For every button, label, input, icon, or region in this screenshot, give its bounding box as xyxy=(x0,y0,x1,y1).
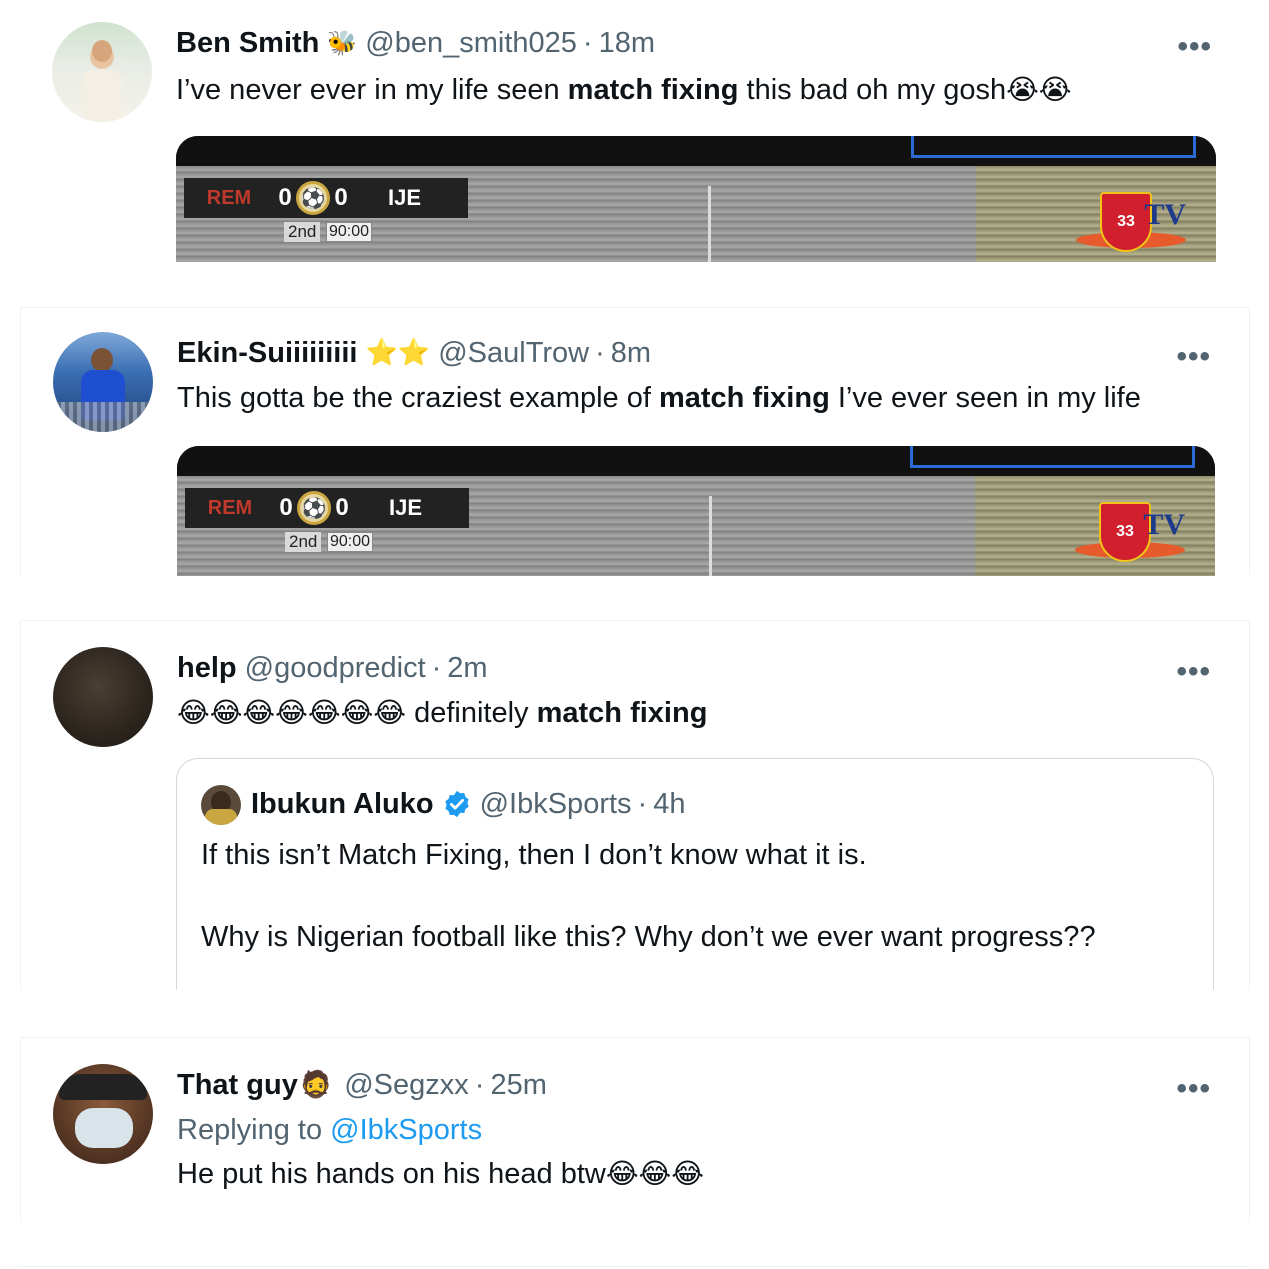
display-name[interactable]: help xyxy=(177,651,237,685)
tweet-header: That guy 🧔 @Segzxx · 25m xyxy=(177,1068,547,1102)
timestamp[interactable]: 25m xyxy=(490,1068,546,1102)
avatar[interactable] xyxy=(52,22,152,122)
separator-dot: · xyxy=(637,788,648,820)
quoted-tweet[interactable]: Ibukun Aluko @IbkSports · 4h If this isn… xyxy=(176,758,1214,990)
replying-to: Replying to @IbkSports xyxy=(177,1112,482,1148)
avatar[interactable] xyxy=(53,332,153,432)
separator-dot: · xyxy=(431,652,442,684)
score-home: 0 xyxy=(278,184,292,211)
separator-dot: · xyxy=(474,1069,485,1101)
bee-icon: 🐝 xyxy=(327,29,358,57)
avatar[interactable] xyxy=(53,647,153,747)
goal-post xyxy=(709,496,712,576)
tweet-text: This gotta be the craziest example of ma… xyxy=(177,380,1141,416)
team-home: REM xyxy=(207,496,253,519)
laughing-emoji-icon: 😂😂😂 xyxy=(605,1157,704,1190)
score-home: 0 xyxy=(279,494,293,521)
channel-logo: 33 TV xyxy=(1076,192,1186,258)
quoted-handle[interactable]: @IbkSports xyxy=(480,787,632,821)
replying-to-link[interactable]: @IbkSports xyxy=(330,1114,482,1146)
tweet[interactable]: Ekin-Suiiiiiiiii ⭐⭐ @SaulTrow · 8m ••• T… xyxy=(20,307,1250,576)
tweet-header: help @goodpredict · 2m xyxy=(177,651,488,685)
scoreboard: REM 0 ⚽ 0 IJE xyxy=(185,488,469,528)
football-icon: ⚽ xyxy=(297,491,331,525)
tweet-text-bold[interactable]: match fixing xyxy=(537,697,708,729)
timestamp[interactable]: 2m xyxy=(447,651,487,685)
tweet-header: Ekin-Suiiiiiiiii ⭐⭐ @SaulTrow · 8m xyxy=(177,336,651,370)
crying-emoji-icon: 😭😭 xyxy=(1006,73,1072,106)
handle[interactable]: @ben_smith025 xyxy=(365,26,577,60)
display-name[interactable]: That guy xyxy=(177,1068,298,1102)
channel-logo: 33 TV xyxy=(1075,502,1185,568)
tweet[interactable]: Ben Smith 🐝 @ben_smith025 · 18m ••• I’ve… xyxy=(20,0,1250,268)
tweet-text-part: He put his hands on his head btw xyxy=(177,1158,606,1190)
separator-dot: · xyxy=(582,27,593,59)
team-away: IJE xyxy=(388,185,422,210)
logo-tv-text: TV xyxy=(1144,198,1186,231)
team-away: IJE xyxy=(389,495,423,520)
quoted-display-name[interactable]: Ibukun Aluko xyxy=(251,787,434,821)
tweet[interactable]: That guy 🧔 @Segzxx · 25m ••• Replying to… xyxy=(20,1037,1250,1222)
logo-tv-text: TV xyxy=(1143,508,1185,541)
goal-post xyxy=(708,186,711,262)
separator-dot: · xyxy=(595,337,605,369)
score-away: 0 xyxy=(335,494,349,521)
divider xyxy=(18,1266,1248,1267)
star-icon: ⭐⭐ xyxy=(365,338,431,368)
bearded-face-icon: 🧔 xyxy=(299,1070,333,1100)
more-options-icon[interactable]: ••• xyxy=(1177,30,1212,64)
quoted-avatar[interactable] xyxy=(201,785,241,825)
quoted-text-line: Why is Nigerian football like this? Why … xyxy=(201,921,1096,953)
timestamp[interactable]: 8m xyxy=(611,336,651,370)
handle[interactable]: @Segzxx xyxy=(344,1068,469,1102)
match-half: 2nd xyxy=(285,532,322,552)
football-icon: ⚽ xyxy=(296,181,330,215)
video-overlay-frame xyxy=(911,136,1196,158)
score-away: 0 xyxy=(334,184,348,211)
laughing-emoji-icon: 😂😂😂😂😂😂😂 xyxy=(177,696,407,729)
tweet-text-part: This gotta be the craziest example of xyxy=(177,382,659,414)
tweet-header: Ben Smith 🐝 @ben_smith025 · 18m xyxy=(176,26,655,60)
tweet-text-part: this bad oh my gosh xyxy=(738,74,1007,106)
video-overlay-frame xyxy=(910,446,1195,468)
quoted-header: Ibukun Aluko @IbkSports · 4h xyxy=(251,787,685,821)
more-options-icon[interactable]: ••• xyxy=(1176,1072,1211,1106)
match-half: 2nd xyxy=(284,222,321,242)
more-options-icon[interactable]: ••• xyxy=(1176,655,1211,689)
quoted-text-line: If this isn’t Match Fixing, then I don’t… xyxy=(201,839,867,871)
tweet-media-video[interactable]: REM 0 ⚽ 0 IJE 2nd 90:00 33 TV xyxy=(177,446,1215,576)
tweet-text-part: definitely xyxy=(406,697,537,729)
tweet-text-bold[interactable]: match fixing xyxy=(659,382,830,414)
match-clock: 90:00 xyxy=(327,532,374,552)
verified-badge-icon xyxy=(444,790,469,818)
tweet-text-part: I’ve never ever in my life seen xyxy=(176,74,568,106)
tweet-media-video[interactable]: REM 0 ⚽ 0 IJE 2nd 90:00 33 TV xyxy=(176,136,1216,262)
avatar[interactable] xyxy=(53,1064,153,1164)
match-clock: 90:00 xyxy=(326,222,373,242)
replying-to-label: Replying to xyxy=(177,1114,331,1146)
scoreboard: REM 0 ⚽ 0 IJE xyxy=(184,178,468,218)
handle[interactable]: @goodpredict xyxy=(245,651,426,685)
tweet-text: He put his hands on his head btw😂😂😂 xyxy=(177,1156,704,1192)
team-home: REM xyxy=(206,186,252,209)
quoted-timestamp[interactable]: 4h xyxy=(653,787,685,821)
tweet-text-part: I’ve ever seen in my life xyxy=(829,382,1141,414)
handle[interactable]: @SaulTrow xyxy=(438,336,589,370)
more-options-icon[interactable]: ••• xyxy=(1176,340,1211,374)
display-name[interactable]: Ben Smith xyxy=(176,26,319,60)
tweet-text: 😂😂😂😂😂😂😂 definitely match fixing xyxy=(177,695,707,731)
tweet-text-bold[interactable]: match fixing xyxy=(568,74,739,106)
tweet-text: I’ve never ever in my life seen match fi… xyxy=(176,72,1072,108)
display-name[interactable]: Ekin-Suiiiiiiiii xyxy=(177,336,357,370)
timestamp[interactable]: 18m xyxy=(599,26,655,60)
